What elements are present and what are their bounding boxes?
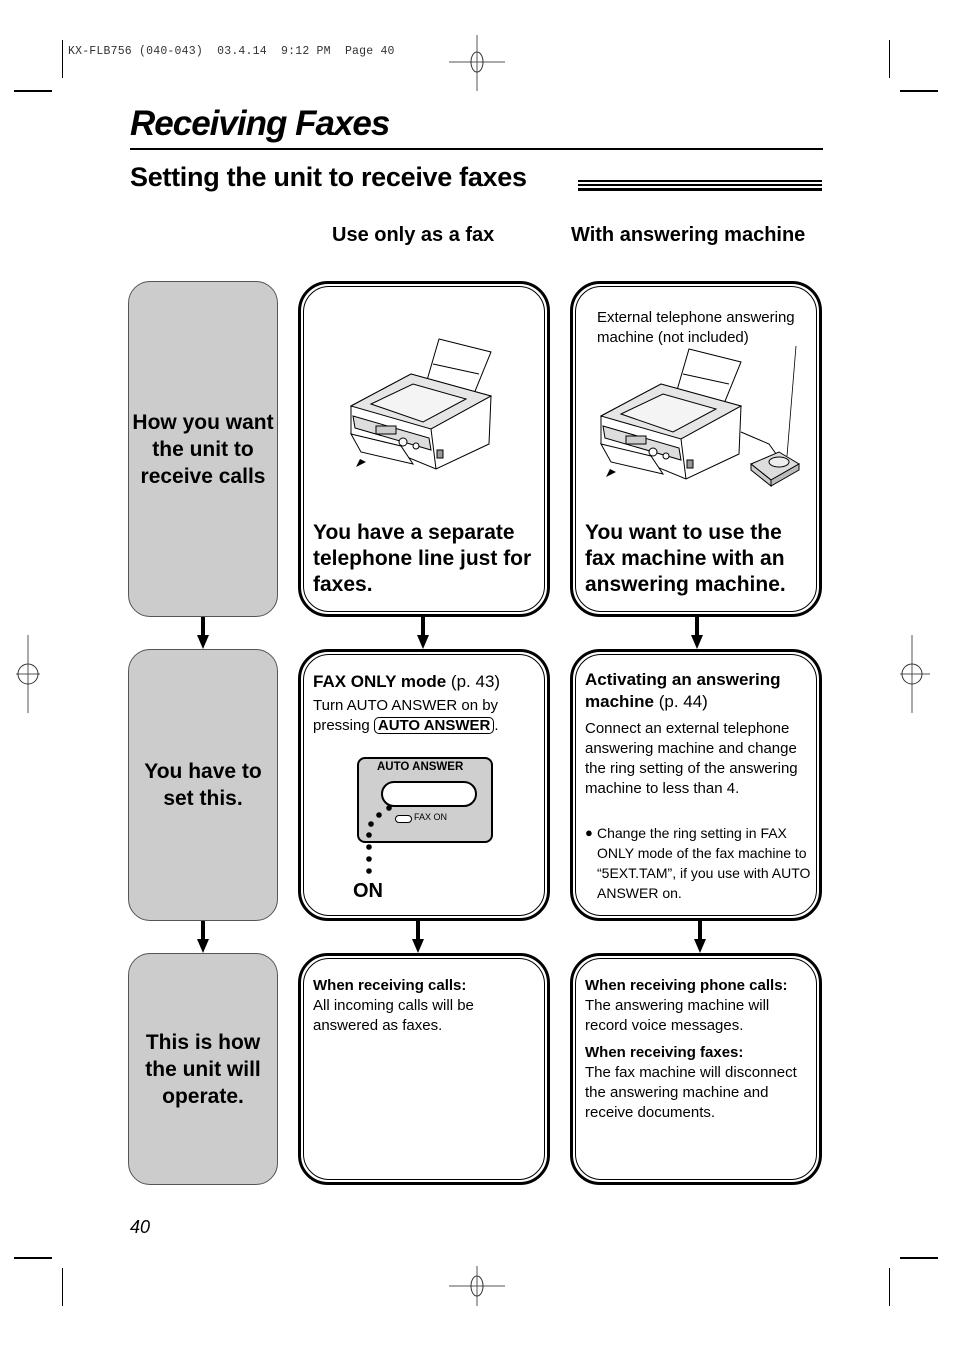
section-rule — [578, 180, 822, 191]
print-header: KX-FLB756 (040-043) 03.4.14 9:12 PM Page… — [68, 45, 395, 58]
row-label-you-set: You have to set this. — [128, 649, 278, 921]
faxes-heading: When receiving faxes: — [585, 1044, 744, 1061]
operation-with-answering-machine: When receiving phone calls: The answerin… — [585, 976, 813, 1123]
phone-calls-text: The answering machine will record voice … — [585, 997, 770, 1034]
answering-machine-instruction: Connect an external telephone answering … — [585, 720, 798, 797]
crop-mark — [889, 1268, 890, 1306]
operation-fax-only: When receiving calls: All incoming calls… — [313, 976, 543, 1036]
fax-machine-illustration-icon — [349, 338, 493, 470]
flow-arrow-icon — [196, 921, 210, 953]
title-rule — [130, 148, 823, 150]
scenario-box-with-answering-machine: External telephone answering machine (no… — [570, 281, 822, 617]
flow-arrow-icon — [690, 617, 704, 649]
setting-box-with-answering-machine: Activating an answering machine (p. 44) … — [570, 649, 822, 921]
operation-box-fax-only: When receiving calls: All incoming calls… — [298, 953, 550, 1185]
flow-arrow-icon — [411, 921, 425, 953]
crop-mark — [900, 1257, 938, 1259]
scenario-box-fax-only: You have a separate telephone line just … — [298, 281, 550, 617]
row-label-text: How you want the unit to receive calls — [132, 410, 274, 488]
row-label-how-to-receive: How you want the unit to receive calls — [128, 281, 278, 617]
fax-with-answering-machine-illustration-icon — [599, 345, 800, 488]
setting-box-fax-only: FAX ONLY mode (p. 43) Turn AUTO ANSWER o… — [298, 649, 550, 921]
column-header-fax-only: Use only as a fax — [332, 224, 495, 246]
section-title: Setting the unit to receive faxes — [130, 162, 527, 192]
row-label-operation: This is how the unit will operate. — [128, 953, 278, 1185]
crop-mark — [62, 1268, 63, 1306]
mode-name: FAX ONLY mode — [313, 672, 447, 691]
bullet-icon: ● — [585, 825, 593, 840]
crop-mark — [14, 90, 52, 92]
flow-arrow-icon — [196, 617, 210, 649]
crop-mark — [900, 90, 938, 92]
ring-setting-note: ● Change the ring setting in FAX ONLY mo… — [585, 823, 815, 903]
page-ref: (p. 44) — [653, 692, 708, 711]
page-ref: (p. 43) — [446, 672, 501, 691]
fax-only-instruction: Turn AUTO ANSWER on by pressing AUTO ANS… — [313, 696, 543, 736]
activating-answering-machine-heading: Activating an answering machine (p. 44) — [585, 669, 815, 713]
on-state-label: ON — [353, 880, 383, 902]
operation-box-with-answering-machine: When receiving phone calls: The answerin… — [570, 953, 822, 1185]
operation-text: All incoming calls will be answered as f… — [313, 997, 474, 1034]
indicator-label: FAX ON — [414, 812, 448, 822]
instruction-punct: . — [494, 717, 499, 734]
crop-mark — [14, 1257, 52, 1259]
faxes-text: The fax machine will disconnect the answ… — [585, 1064, 797, 1121]
scenario-fax-only-text: You have a separate telephone line just … — [313, 521, 532, 596]
fax-only-mode-heading: FAX ONLY mode (p. 43) — [313, 671, 543, 693]
crop-mark — [62, 40, 63, 78]
dotted-callout-icon — [366, 805, 392, 874]
operation-heading: When receiving calls: — [313, 977, 467, 994]
note-text: Change the ring setting in FAX ONLY mode… — [597, 825, 811, 901]
page-number: 40 — [130, 1217, 151, 1237]
registration-mark-icon — [16, 635, 40, 713]
registration-mark-icon — [449, 35, 505, 91]
phone-calls-heading: When receiving phone calls: — [585, 977, 788, 994]
registration-mark-icon — [449, 1266, 505, 1306]
panel-label: AUTO ANSWER — [377, 761, 464, 773]
scenario-with-answering-machine-text: You want to use the fax machine with an … — [585, 521, 786, 596]
page-title: Receiving Faxes — [130, 104, 390, 143]
flow-arrow-icon — [416, 617, 430, 649]
row-label-text: You have to set this. — [144, 760, 262, 810]
crop-mark — [889, 40, 890, 78]
column-header-with-answering-machine: With answering machine — [571, 224, 806, 246]
auto-answer-key: AUTO ANSWER — [373, 717, 495, 734]
row-label-text: This is how the unit will operate. — [145, 1030, 261, 1108]
registration-mark-icon — [900, 635, 930, 713]
flow-arrow-icon — [693, 921, 707, 953]
answering-machine-callout: External telephone answering machine (no… — [597, 309, 795, 346]
